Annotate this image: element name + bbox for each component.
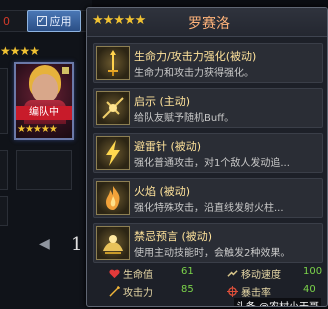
class-icon <box>62 67 69 74</box>
hero-name: 罗赛洛 <box>188 16 230 32</box>
stat-value: 100 <box>303 266 323 277</box>
hero-card-stars: ★★★★★ <box>17 124 58 135</box>
flame-icon <box>96 181 130 215</box>
hero-slot[interactable] <box>16 150 72 190</box>
hero-detail-tooltip: ★★★★★ 罗赛洛 生命力/攻击力强化(被动) 生命力和攻击力获得强化。 启示 … <box>86 7 328 307</box>
currency-value: 0 <box>3 15 10 28</box>
heart-icon <box>109 269 120 279</box>
skill-description: 强化特殊攻击，沿直线发射火柱... <box>134 203 284 214</box>
stat-value: 61 <box>181 266 194 277</box>
skill-title: 火焰 (被动) <box>134 185 191 198</box>
page-number: 1 <box>71 234 83 255</box>
hero-slot[interactable] <box>0 150 8 190</box>
lightning-rod-icon <box>96 136 130 170</box>
prev-page-arrow-icon[interactable]: ◀ <box>39 236 50 252</box>
rarity-stars: ★★★★ <box>0 44 40 58</box>
skill-row: 禁忌预言 (被动) 使用主动技能时，会触发2种效果。 <box>93 223 323 263</box>
skill-title: 启示 (主动) <box>134 95 191 108</box>
skill-title: 禁忌预言 (被动) <box>134 230 213 243</box>
forbidden-prophecy-icon <box>96 226 130 260</box>
stat-attack: 攻击力 85 <box>109 284 194 300</box>
hero-portrait <box>32 74 58 102</box>
skill-title: 生命力/攻击力强化(被动) <box>134 50 257 63</box>
skill-description: 使用主动技能时，会触发2种效果。 <box>134 248 291 259</box>
hero-list-panel: 0 ✓ 应用 ★★★★ 编队中 ★★★★★ ◀ 1 <box>0 0 92 309</box>
apply-button-label: 应用 <box>49 15 72 28</box>
stat-move-speed: 移动速度 100 <box>227 266 322 282</box>
skill-row: 生命力/攻击力强化(被动) 生命力和攻击力获得强化。 <box>93 43 323 83</box>
hero-rarity-stars: ★★★★★ <box>92 13 146 28</box>
skill-row: 火焰 (被动) 强化特殊攻击，沿直线发射火柱... <box>93 178 323 218</box>
skill-description: 强化普通攻击，对1个敌人发动追... <box>134 158 290 169</box>
stat-value: 85 <box>181 284 194 295</box>
move-speed-icon <box>227 270 238 277</box>
skill-description: 给队友赋予随机Buff。 <box>134 113 235 124</box>
skill-description: 生命力和攻击力获得强化。 <box>134 68 254 79</box>
sword-up-icon <box>96 46 130 80</box>
in-team-badge: 编队中 <box>16 106 72 120</box>
crit-rate-icon <box>227 286 238 297</box>
stat-hp: 生命值 61 <box>109 266 194 282</box>
tooltip-header: ★★★★★ 罗赛洛 <box>87 8 327 37</box>
revelation-icon <box>96 91 130 125</box>
stat-label: 攻击力 <box>123 288 153 299</box>
stat-label: 生命值 <box>123 270 153 281</box>
attack-icon <box>109 286 120 297</box>
apply-button[interactable]: ✓ 应用 <box>27 10 81 32</box>
skill-row: 启示 (主动) 给队友赋予随机Buff。 <box>93 88 323 128</box>
skill-title: 避雷针 (被动) <box>134 140 202 153</box>
stat-value: 40 <box>303 284 316 295</box>
hero-slot[interactable] <box>0 68 8 134</box>
watermark: 头条 @农村小天哥 <box>233 298 321 306</box>
stat-label: 移动速度 <box>241 270 281 281</box>
hero-slot[interactable] <box>0 196 8 226</box>
checkbox-icon[interactable]: ✓ <box>36 16 47 26</box>
skill-row: 避雷针 (被动) 强化普通攻击，对1个敌人发动追... <box>93 133 323 173</box>
